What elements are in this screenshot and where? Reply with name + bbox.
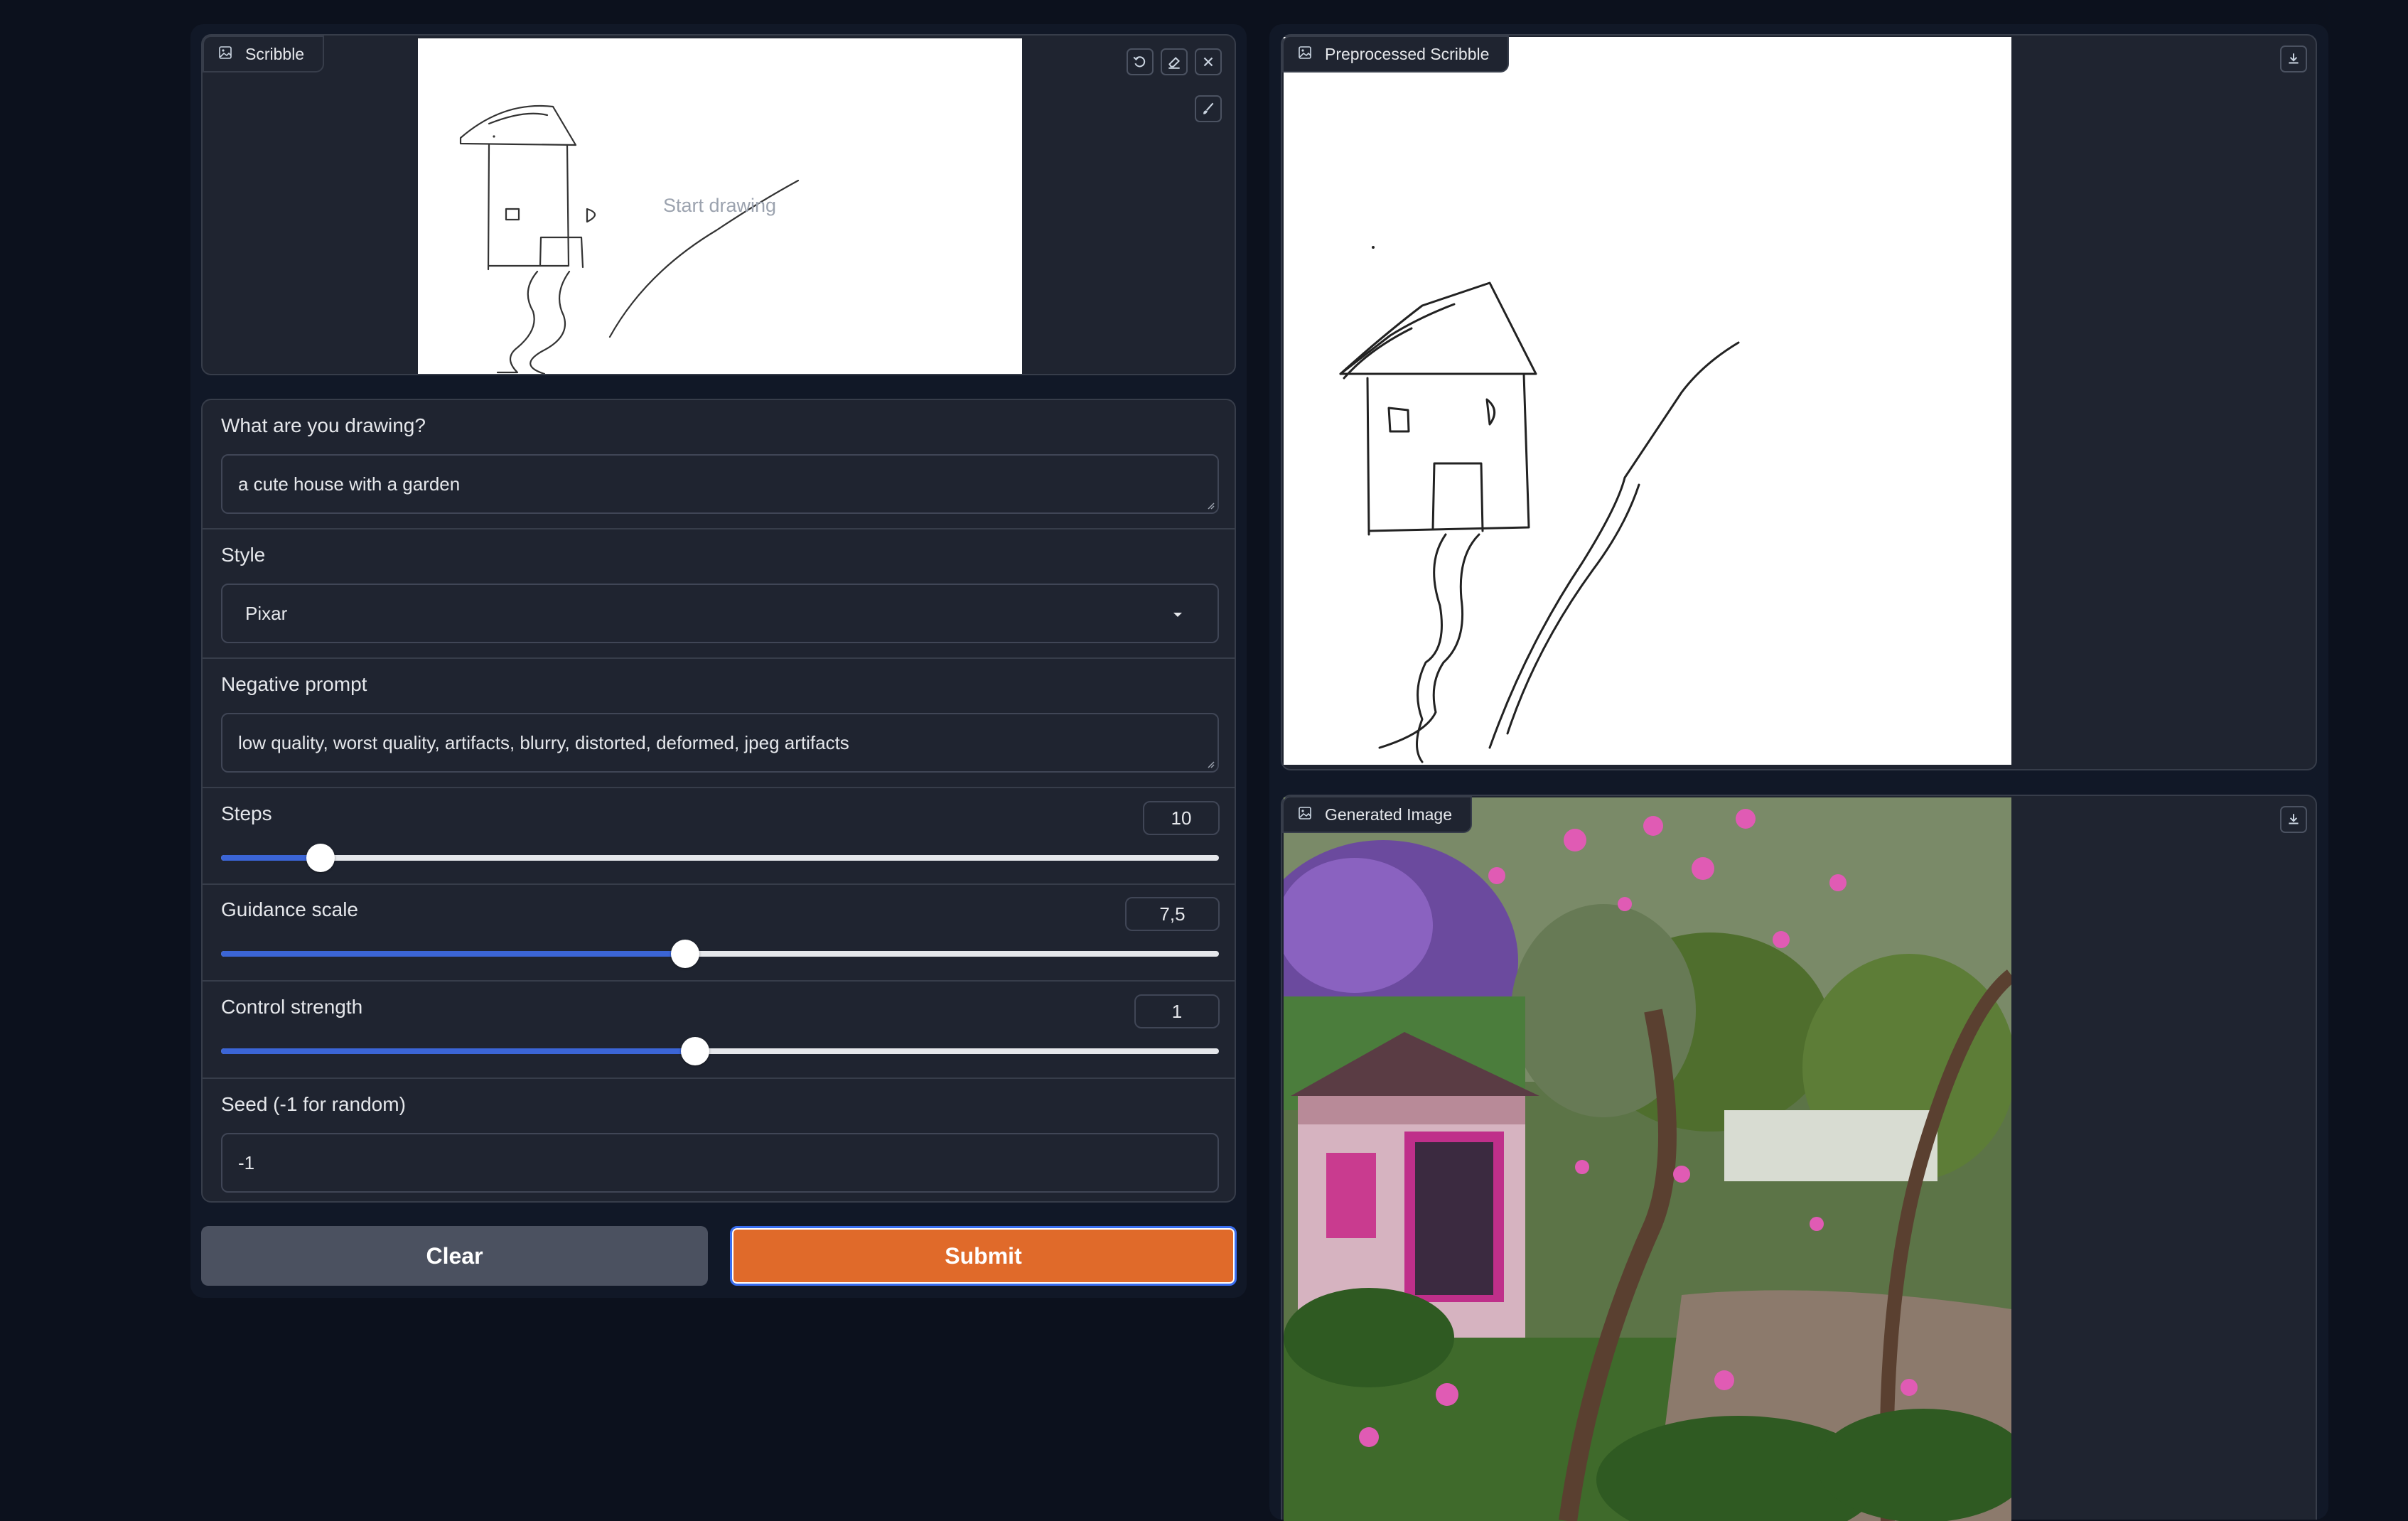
generated-image-label: Generated Image: [1282, 796, 1473, 833]
chevron-down-icon: [1173, 613, 1182, 617]
scribble-canvas[interactable]: Start drawing: [418, 38, 1022, 374]
divider: [203, 528, 1235, 530]
image-icon: [1298, 805, 1312, 824]
negative-prompt-input[interactable]: low quality, worst quality, artifacts, b…: [221, 713, 1219, 773]
guidance-scale-slider-fill: [221, 951, 685, 957]
eraser-icon[interactable]: [1161, 48, 1188, 75]
close-icon[interactable]: [1195, 48, 1222, 75]
steps-slider-thumb[interactable]: [306, 844, 335, 872]
divider: [203, 657, 1235, 659]
download-icon[interactable]: [2280, 45, 2307, 72]
seed-label: Seed (-1 for random): [221, 1093, 406, 1115]
submit-button[interactable]: Submit: [730, 1226, 1237, 1286]
download-icon[interactable]: [2280, 806, 2307, 833]
prompt-input[interactable]: a cute house with a garden: [221, 454, 1219, 514]
resize-handle-icon[interactable]: [1205, 500, 1215, 510]
steps-label: Steps: [221, 802, 272, 824]
resize-handle-icon[interactable]: [1205, 758, 1215, 768]
prompt-label: What are you drawing?: [221, 414, 426, 436]
scribble-label: Scribble: [203, 36, 325, 72]
control-strength-slider-thumb[interactable]: [680, 1037, 709, 1065]
divider: [203, 980, 1235, 982]
preprocessed-scribble-image: [1284, 37, 2011, 765]
divider: [203, 1077, 1235, 1079]
guidance-scale-label: Guidance scale: [221, 898, 359, 920]
guidance-scale-slider-thumb[interactable]: [670, 940, 699, 968]
guidance-scale-number-input[interactable]: 7,5: [1125, 897, 1220, 931]
negative-prompt-label: Negative prompt: [221, 673, 367, 695]
guidance-scale-slider[interactable]: [221, 940, 1219, 968]
preprocessed-scribble-panel: Preprocessed Scribble: [1281, 34, 2317, 770]
generated-image-panel: Generated Image: [1281, 795, 2317, 1521]
control-strength-slider[interactable]: [221, 1037, 1219, 1065]
image-icon: [218, 45, 232, 64]
steps-number-input[interactable]: 10: [1143, 801, 1220, 835]
undo-icon[interactable]: [1127, 48, 1154, 75]
style-label: Style: [221, 544, 266, 566]
generated-image: [1284, 797, 2011, 1521]
style-select[interactable]: Pixar: [221, 584, 1219, 643]
settings-panel: What are you drawing? a cute house with …: [201, 399, 1236, 1203]
divider: [203, 787, 1235, 788]
steps-slider-fill: [221, 855, 321, 861]
scribble-panel: Scribble Start drawing: [201, 34, 1236, 375]
control-strength-slider-fill: [221, 1048, 695, 1054]
canvas-placeholder: Start drawing: [663, 195, 777, 216]
clear-button[interactable]: Clear: [201, 1226, 708, 1286]
seed-input[interactable]: -1: [221, 1133, 1219, 1193]
divider: [203, 883, 1235, 885]
control-strength-label: Control strength: [221, 996, 363, 1018]
image-icon: [1298, 45, 1312, 64]
steps-slider[interactable]: [221, 844, 1219, 872]
preprocessed-scribble-label: Preprocessed Scribble: [1282, 36, 1510, 72]
control-strength-number-input[interactable]: 1: [1134, 994, 1220, 1028]
brush-icon[interactable]: [1195, 95, 1222, 122]
